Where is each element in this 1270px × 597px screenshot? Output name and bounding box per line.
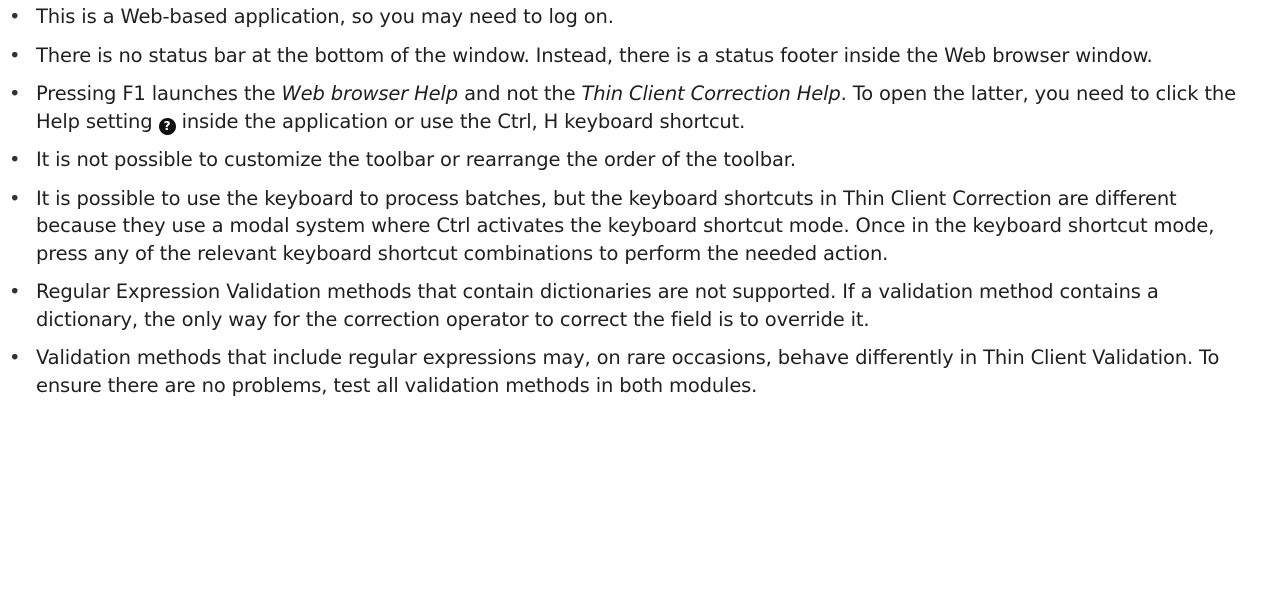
list-item: • There is no status bar at the bottom o… [0, 42, 1270, 70]
web-browser-help-term: Web browser Help [281, 82, 459, 105]
list-item: • Validation methods that include regula… [0, 344, 1270, 399]
bullet-list: • This is a Web-based application, so yo… [0, 0, 1270, 410]
item-text: Regular Expression Validation methods th… [36, 280, 1159, 331]
item-text: This is a Web-based application, so you … [36, 5, 614, 28]
list-item: • Pressing F1 launches the Web browser H… [0, 80, 1270, 135]
bullet-icon: • [9, 5, 21, 28]
list-item: • Regular Expression Validation methods … [0, 278, 1270, 333]
item-text: Validation methods that include regular … [36, 346, 1220, 397]
bullet-icon: • [9, 43, 21, 67]
bullet-icon: • [9, 280, 21, 303]
bullet-icon: • [9, 186, 21, 210]
item-text: It is not possible to customize the tool… [36, 148, 796, 171]
bullet-icon: • [9, 346, 21, 369]
list-item: • It is possible to use the keyboard to … [0, 185, 1270, 268]
thin-client-help-term: Thin Client Correction Help [581, 82, 841, 105]
item-text-part: inside the application or use the Ctrl, … [175, 109, 746, 133]
list-item: • It is not possible to customize the to… [0, 146, 1270, 174]
item-text: It is possible to use the keyboard to pr… [36, 186, 1215, 265]
help-icon: ? [158, 117, 176, 135]
item-text-part: Pressing F1 launches the [36, 82, 282, 105]
item-text: There is no status bar at the bottom of … [36, 43, 1153, 67]
item-text-part: and not the [458, 82, 582, 105]
bullet-icon: • [9, 148, 21, 171]
list-item: • This is a Web-based application, so yo… [0, 3, 1270, 31]
bullet-icon: • [9, 82, 21, 105]
